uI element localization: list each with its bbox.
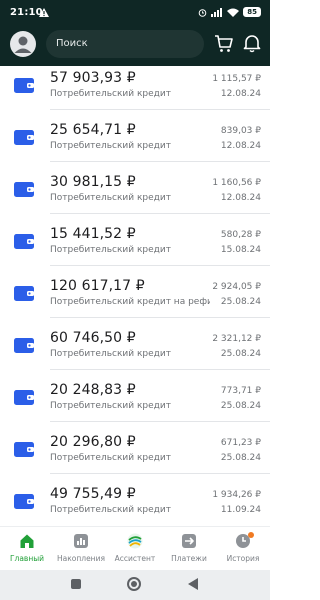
status-icons: 85 [198,7,261,17]
cart-icon[interactable] [214,34,234,54]
loan-description: Потребительский кредит [50,141,171,151]
payment-amount: 839,03 ₽ [220,126,261,136]
loan-amount: 20 296,80 ₽ [50,434,136,450]
tab-history[interactable]: История [216,527,270,571]
loan-amount: 49 755,49 ₽ [50,486,136,502]
payment-date: 12.08.24 [220,89,261,99]
bell-icon[interactable] [242,33,262,53]
tab-label: Платежи [171,554,207,563]
loan-description: Потребительский кредит [50,89,171,99]
tab-label: История [226,554,260,563]
tab-assistant[interactable]: Ассистент [108,527,162,571]
payment-date: 11.09.24 [220,505,261,515]
loan-description: Потребительский кредит [50,505,171,515]
status-bar: 21:10 85 [0,0,270,26]
alarm-icon [198,8,207,17]
wallet-icon [14,234,34,249]
payment-amount: 1 160,56 ₽ [212,178,261,188]
payment-date: 12.08.24 [220,141,261,151]
divider [50,213,270,214]
signal-icon [211,7,223,17]
payment-amount: 580,28 ₽ [220,230,261,240]
tab-label: Главный [9,554,45,563]
loan-amount: 25 654,71 ₽ [50,122,136,138]
tab-home[interactable]: Главный [0,527,54,571]
payment-amount: 2 924,05 ₽ [212,282,261,292]
wallet-icon [14,286,34,301]
divider [50,161,270,162]
payment-amount: 1 934,26 ₽ [212,490,261,500]
wallet-icon [14,442,34,457]
user-icon [14,36,32,53]
list-item[interactable]: 20 248,83 ₽ Потребительский кредит 773,7… [0,378,270,430]
tab-label: Ассистент [114,554,156,563]
payment-date: 15.08.24 [220,245,261,255]
tab-label: Накопления [57,554,105,563]
list-item[interactable]: 15 441,52 ₽ Потребительский кредит 580,2… [0,222,270,274]
loan-amount: 60 746,50 ₽ [50,330,136,346]
list-item[interactable]: 120 617,17 ₽ Потребительский кредит на р… [0,274,270,326]
list-item[interactable]: 49 755,49 ₽ Потребительский кредит 1 934… [0,482,270,526]
search-input[interactable]: Поиск [46,30,204,58]
payment-amount: 773,71 ₽ [220,386,261,396]
divider [50,421,270,422]
payment-amount: 2 321,12 ₽ [212,334,261,344]
payment-date: 25.08.24 [220,401,261,411]
wallet-icon [14,390,34,405]
recents-button[interactable] [71,579,81,589]
payment-date: 25.08.24 [220,349,261,359]
wallet-icon [14,338,34,353]
system-nav-bar [0,570,270,600]
loan-description: Потребительский кредит [50,245,171,255]
loan-description: Потребительский кредит на рефи… [50,297,210,307]
home-button[interactable] [127,577,141,591]
loan-description: Потребительский кредит [50,193,171,203]
divider [50,317,270,318]
home-icon [20,534,34,548]
payment-date: 12.08.24 [220,193,261,203]
status-time: 21:10 [10,7,43,18]
loan-amount: 15 441,52 ₽ [50,226,136,242]
wallet-icon [14,494,34,509]
tab-payments[interactable]: Платежи [162,527,216,571]
loan-description: Потребительский кредит [50,401,171,411]
chart-icon [74,534,88,548]
divider [50,109,270,110]
loan-description: Потребительский кредит [50,453,171,463]
tab-savings[interactable]: Накопления [54,527,108,571]
list-item[interactable]: 57 903,93 ₽ Потребительский кредит 1 115… [0,66,270,118]
list-item[interactable]: 20 296,80 ₽ Потребительский кредит 671,2… [0,430,270,482]
avatar[interactable] [10,31,36,57]
loan-amount: 30 981,15 ₽ [50,174,136,190]
divider [50,369,270,370]
list-item[interactable]: 60 746,50 ₽ Потребительский кредит 2 321… [0,326,270,378]
wifi-icon [227,8,240,17]
bottom-tab-bar: Главный Накопления Ассистент Платежи Ист… [0,526,270,570]
wallet-icon [14,78,34,93]
payment-date: 25.08.24 [220,453,261,463]
loan-list: 57 903,93 ₽ Потребительский кредит 1 115… [0,66,270,526]
loan-description: Потребительский кредит [50,349,171,359]
loan-amount: 120 617,17 ₽ [50,278,145,294]
payment-date: 25.08.24 [220,297,261,307]
divider [50,473,270,474]
notification-dot [248,532,254,538]
list-item[interactable]: 25 654,71 ₽ Потребительский кредит 839,0… [0,118,270,170]
battery-indicator: 85 [243,7,261,17]
loan-amount: 57 903,93 ₽ [50,70,136,86]
payment-amount: 1 115,57 ₽ [212,74,261,84]
loan-amount: 20 248,83 ₽ [50,382,136,398]
transfer-icon [182,534,196,548]
wallet-icon [14,130,34,145]
back-button[interactable] [188,578,198,590]
list-item[interactable]: 30 981,15 ₽ Потребительский кредит 1 160… [0,170,270,222]
app-header: Поиск [0,26,270,66]
wallet-icon [14,182,34,197]
divider [50,265,270,266]
payment-amount: 671,23 ₽ [220,438,261,448]
assistant-icon [127,533,143,549]
warning-icon [39,8,49,17]
